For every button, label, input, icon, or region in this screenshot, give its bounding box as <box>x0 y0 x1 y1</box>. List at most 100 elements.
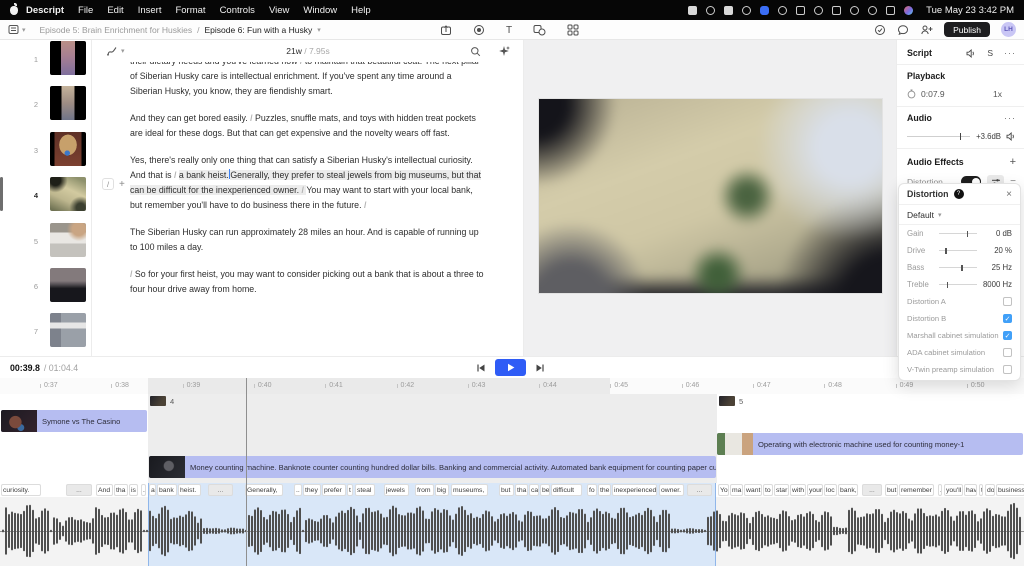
word-token[interactable]: but <box>499 484 514 496</box>
word-token[interactable]: bank <box>157 484 177 496</box>
clip-duration-value[interactable]: 0:07.9 <box>921 89 945 99</box>
record-icon[interactable] <box>473 24 485 36</box>
checkbox[interactable]: ✓ <box>1003 331 1012 340</box>
wifi-icon[interactable] <box>832 6 841 15</box>
audio-gain-slider[interactable] <box>907 136 970 137</box>
word-token[interactable]: ... <box>862 484 882 496</box>
script-paragraph[interactable]: The Siberian Husky can run approximately… <box>130 225 486 255</box>
script-text[interactable]: a bank heist. <box>179 170 229 180</box>
script-paragraph[interactable]: / So for your first heist, you may want … <box>130 267 486 297</box>
word-token[interactable]: . <box>938 484 942 496</box>
scene-thumbnail-image[interactable] <box>50 132 86 166</box>
word-token[interactable]: business <box>996 484 1024 496</box>
transcript-text[interactable]: their dietary needs and you've learned h… <box>130 54 486 309</box>
project-sidebar-icon[interactable]: ▾ <box>8 24 26 35</box>
word-token[interactable]: ... <box>687 484 712 496</box>
scene-thumbnail-6[interactable]: 6 <box>0 268 92 308</box>
menu-item-controls[interactable]: Controls <box>220 5 255 16</box>
menu-item-insert[interactable]: Insert <box>138 5 162 16</box>
word-token[interactable]: remember <box>899 484 934 496</box>
word-token[interactable]: ma <box>730 484 743 496</box>
slider-knob[interactable] <box>945 248 947 254</box>
bluetooth-icon[interactable] <box>796 6 805 15</box>
slider-knob[interactable] <box>967 231 969 237</box>
playhead[interactable] <box>246 378 247 566</box>
scene-thumbnail-4[interactable]: 4 <box>0 177 92 217</box>
scene-thumbnail-image[interactable] <box>50 41 86 75</box>
word-token[interactable]: bank, <box>838 484 858 496</box>
scene-marker-5[interactable]: 5 <box>719 396 743 406</box>
search-icon[interactable] <box>868 6 877 15</box>
word-token[interactable]: fo <box>587 484 597 496</box>
check-circle-icon[interactable] <box>874 24 886 36</box>
word-token[interactable]: is <box>129 484 138 496</box>
play-circle-icon[interactable] <box>778 6 787 15</box>
word-token[interactable]: curiosity. <box>1 484 41 496</box>
menu-item-window[interactable]: Window <box>303 5 337 16</box>
word-token[interactable]: do <box>985 484 995 496</box>
publish-button[interactable]: Publish <box>944 22 990 37</box>
word-token[interactable]: steal <box>355 484 375 496</box>
moon-icon[interactable] <box>706 6 715 15</box>
word-token[interactable]: ... <box>208 484 233 496</box>
word-token[interactable]: inexperienced <box>612 484 657 496</box>
word-token[interactable]: jewels <box>384 484 409 496</box>
clock-icon[interactable] <box>850 6 859 15</box>
breadcrumb-episode-5[interactable]: Episode 5: Brain Enrichment for Huskies <box>40 25 193 35</box>
word-token[interactable]: you'll <box>944 484 963 496</box>
slider-value[interactable]: 20 % <box>994 246 1012 255</box>
word-token[interactable]: .. <box>294 484 302 496</box>
search-icon[interactable] <box>470 46 481 57</box>
scene-thumbnail-2[interactable]: 2 <box>0 86 92 126</box>
menu-item-help[interactable]: Help <box>351 5 371 16</box>
script-text[interactable]: So for your first heist, you may want to… <box>130 269 484 294</box>
slider-track[interactable] <box>939 233 977 234</box>
scene-thumbnail-image[interactable] <box>50 177 86 211</box>
word-token[interactable]: big <box>435 484 449 496</box>
word-token[interactable]: a <box>149 484 156 496</box>
script-text[interactable]: And they can get bored easily. <box>130 113 250 123</box>
word-token[interactable]: they <box>303 484 321 496</box>
word-token[interactable]: t <box>347 484 353 496</box>
close-icon[interactable]: × <box>1006 189 1012 200</box>
scene-thumbnail-7[interactable]: 7 <box>0 313 92 353</box>
text-tool-icon[interactable]: T <box>506 25 512 36</box>
scene-thumbnail-image[interactable] <box>50 268 86 302</box>
timeline-clip-symone[interactable]: Symone vs The Casino <box>1 410 147 432</box>
speaker-icon[interactable] <box>1006 132 1016 141</box>
gutter-slash-button[interactable]: / <box>102 178 114 190</box>
slider-value[interactable]: 8000 Hz <box>983 280 1012 289</box>
menu-item-view[interactable]: View <box>269 5 289 16</box>
comment-icon[interactable] <box>897 24 909 36</box>
scene-thumbnail-image[interactable] <box>50 313 86 347</box>
playback-speed[interactable]: 1x <box>993 89 1002 99</box>
speaker-label-toggle[interactable]: S <box>987 48 993 58</box>
word-token[interactable]: from <box>415 484 434 496</box>
slider-knob[interactable] <box>961 265 963 271</box>
word-token[interactable]: Generally, <box>245 484 283 496</box>
checkbox[interactable] <box>1003 348 1012 357</box>
meter-icon[interactable] <box>742 6 751 15</box>
gutter-add-button[interactable]: + <box>119 179 125 190</box>
menu-item-file[interactable]: File <box>78 5 93 16</box>
shapes-icon[interactable] <box>533 24 546 36</box>
word-token[interactable]: hav <box>964 484 977 496</box>
word-token[interactable]: but <box>885 484 898 496</box>
chevron-down-icon[interactable]: ▾ <box>317 26 321 34</box>
word-token[interactable]: ca <box>529 484 539 496</box>
word-token[interactable]: the <box>598 484 611 496</box>
siri-icon[interactable] <box>904 6 913 15</box>
layout-grid-icon[interactable] <box>567 24 579 36</box>
speaker-icon[interactable] <box>966 49 976 58</box>
word-token[interactable]: And <box>96 484 113 496</box>
slider-value[interactable]: 25 Hz <box>992 263 1012 272</box>
script-text[interactable]: The Siberian Husky can run approximately… <box>130 227 479 252</box>
word-token[interactable]: your <box>807 484 823 496</box>
play-button[interactable] <box>495 359 526 376</box>
invite-person-icon[interactable] <box>920 24 933 36</box>
slider-value[interactable]: 0 dB <box>996 229 1012 238</box>
word-token[interactable]: with <box>790 484 806 496</box>
add-effect-button[interactable]: + <box>1010 156 1016 168</box>
word-token[interactable]: heist. <box>178 484 201 496</box>
slider-track[interactable] <box>939 250 977 251</box>
